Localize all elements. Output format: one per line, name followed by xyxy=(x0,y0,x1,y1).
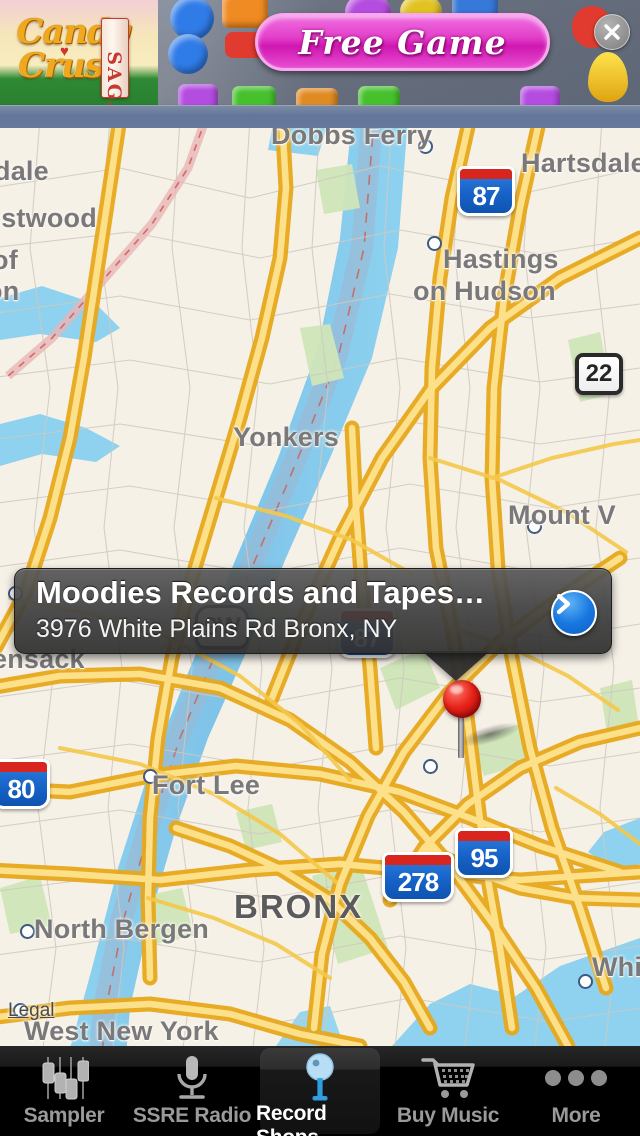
map-pin-icon xyxy=(292,1052,348,1102)
dot xyxy=(568,1070,584,1086)
candy-piece xyxy=(358,86,400,105)
tab-label-record-shops: Record Shops xyxy=(256,1102,327,1136)
map-label: Dobbs Ferry xyxy=(271,128,433,150)
dot xyxy=(591,1070,607,1086)
highway-shield: 87 xyxy=(457,166,515,216)
legal-link[interactable]: Legal xyxy=(8,1000,55,1022)
map-label: estwood xyxy=(0,203,97,233)
map-pin-moodies[interactable] xyxy=(443,680,523,760)
tab-ssre-radio[interactable]: SSRE Radio xyxy=(128,1046,256,1136)
highway-number: 87 xyxy=(472,181,501,211)
map-label: dale xyxy=(0,156,49,186)
map-label: on Hudson xyxy=(413,276,556,306)
highway-shield: 22 xyxy=(575,353,623,395)
highway-number: 278 xyxy=(397,867,439,897)
tab-record-shops[interactable]: Record Shops xyxy=(256,1046,384,1136)
map-label: Hartsdale xyxy=(521,148,640,178)
callout-subtitle: 3976 White Plains Rd Bronx, NY xyxy=(36,615,398,643)
map-pin-icon xyxy=(443,680,481,718)
free-game-button[interactable]: Free Game xyxy=(255,13,550,71)
advertisement-banner[interactable]: Candy ♥ Crush SAGA Free Game xyxy=(0,0,640,105)
map-poi-dot[interactable] xyxy=(20,924,35,939)
tab-more[interactable]: More xyxy=(512,1046,640,1136)
map-label: of xyxy=(0,245,18,275)
tab-label-ssre-radio: SSRE Radio xyxy=(132,1104,252,1127)
callout-tail xyxy=(422,651,490,681)
free-game-label: Free Game xyxy=(298,22,507,62)
tab-label-sampler: Sampler xyxy=(23,1104,105,1127)
tab-label-more: More xyxy=(551,1104,601,1127)
map-label: Whi xyxy=(592,952,640,982)
map-label: Fort Lee xyxy=(152,770,261,800)
highway-shield-interstate: 80 xyxy=(0,759,50,809)
highway-number: 22 xyxy=(585,360,613,387)
candy-piece xyxy=(520,86,560,105)
highway-shield-interstate: 278 xyxy=(382,852,454,902)
highway-number: 80 xyxy=(7,774,36,804)
highway-shield-interstate: 95 xyxy=(455,828,513,878)
candy-piece xyxy=(168,34,208,74)
dot xyxy=(545,1070,561,1086)
map-poi-dot[interactable] xyxy=(578,974,593,989)
map-label: BRONX xyxy=(234,888,364,925)
candy-piece xyxy=(296,88,338,105)
chevron-right-icon xyxy=(556,593,571,615)
cart-icon xyxy=(420,1052,476,1104)
tab-buy-music[interactable]: Buy Music xyxy=(384,1046,512,1136)
sliders-icon xyxy=(36,1052,92,1104)
tab-sampler[interactable]: Sampler xyxy=(0,1046,128,1136)
highway-shield: 278 xyxy=(382,852,454,902)
highway-shield-interstate: 87 xyxy=(457,166,515,216)
candy-crush-logo: Candy ♥ Crush SAGA xyxy=(0,0,158,105)
map-callout-bubble[interactable]: Moodies Records and Tapes… 3976 White Pl… xyxy=(14,568,612,654)
saga-ribbon: SAGA xyxy=(101,18,129,105)
map-label: Yonkers xyxy=(233,422,339,452)
candy-piece xyxy=(178,84,218,105)
tab-bar: Sampler SSRE Radio Record Buy Music More xyxy=(0,1046,640,1136)
map-view[interactable]: Dobbs Ferry Hartsdale dale estwood ofon Hasti… xyxy=(0,128,640,1046)
map-label: Hastings xyxy=(443,244,559,274)
map-label: on xyxy=(0,276,20,306)
highway-shield-square: 22 xyxy=(575,353,623,395)
candy-piece xyxy=(232,86,276,105)
map-label: Mount V xyxy=(508,500,616,530)
microphone-icon xyxy=(164,1052,220,1104)
candy-piece xyxy=(588,52,628,102)
ad-close-button[interactable] xyxy=(594,14,630,50)
callout-disclosure-button[interactable] xyxy=(551,590,597,636)
close-icon xyxy=(604,24,620,40)
saga-ribbon-label: SAGA xyxy=(103,51,125,105)
callout-title: Moodies Records and Tapes… xyxy=(36,575,486,610)
tab-label-buy-music: Buy Music xyxy=(396,1104,500,1127)
highway-shield: 95 xyxy=(455,828,513,878)
map-label: North Bergen xyxy=(34,914,209,944)
highway-number: 95 xyxy=(470,843,499,873)
navigation-separator-bar xyxy=(0,105,640,128)
map-poi-dot[interactable] xyxy=(423,759,438,774)
app-root: Candy ♥ Crush SAGA Free Game Dobbs Ferry… xyxy=(0,0,640,1136)
map-poi-dot[interactable] xyxy=(427,236,442,251)
highway-shield: 80 xyxy=(0,759,50,809)
more-dots-icon xyxy=(545,1052,607,1104)
